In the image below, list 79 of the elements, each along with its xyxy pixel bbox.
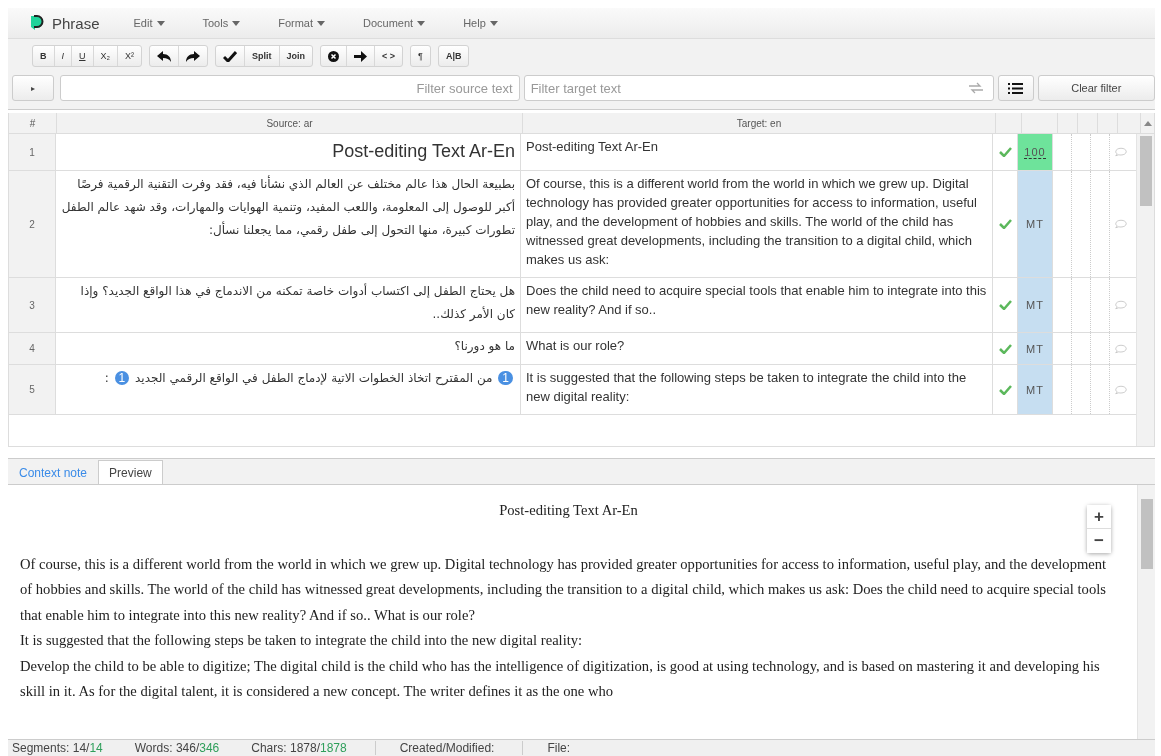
- toolbar-button[interactable]: I: [54, 46, 72, 66]
- match-score: MT: [1018, 278, 1053, 332]
- expand-toggle[interactable]: ▸: [12, 75, 54, 101]
- zoom-out-button[interactable]: −: [1087, 529, 1111, 553]
- preview-paragraph: It is suggested that the following steps be taken to integrate the child into the new digital reality:: [20, 631, 584, 650]
- source-text: :: [104, 371, 109, 385]
- column-header: Target: en: [523, 113, 996, 133]
- list-icon: [1008, 82, 1024, 94]
- row-number: 3: [9, 278, 56, 332]
- check-icon: [998, 343, 1012, 354]
- source-text: من المقترح اتخاذ الخطوات الاتية لإدماج الطفل في الواقع الرقمي الجديد: [135, 371, 493, 385]
- match-score: MT: [1018, 333, 1053, 364]
- scroll-up-arrow-icon[interactable]: [1143, 120, 1152, 126]
- row-number: 5: [9, 365, 56, 414]
- preview-title: Post-editing Text Ar-En: [498, 501, 639, 520]
- source-text: ما هو دورنا؟: [454, 339, 515, 353]
- source-text: بطبيعة الحال هذا عالم مختلف عن العالم الذي نشأنا فيه، فقد وفرت التقنية الرقمية فرصًا أكبر للوصول إلى المعلومة، واللعب المفيد، وتنمية الهوايات والمهارات، وقد شهد عالم الطفل تطورات كبيرة، منها التحول إلى طفل رقمي، مما يجعلنا نسأل:: [61, 177, 515, 237]
- caret-icon: [156, 20, 165, 26]
- target-text[interactable]: Of course, this is a different world from the world in which we grew up. Digital technology has provided greater opportunities for access to information, useful play, and the development of hobbies and skills. The world of the child has witnessed great developments, including the transition to a digital child, which makes us ask:: [521, 171, 993, 277]
- status-item: Words: 346/346: [134, 741, 220, 755]
- menu-item[interactable]: Document: [363, 17, 426, 29]
- status-item: File:: [522, 741, 571, 755]
- check-icon: [998, 219, 1012, 229]
- source-text: هل يحتاج الطفل إلى اكتساب أدوات خاصة تمكنه من الاندماج في هذا الواقع الجديد؟ وإذا كان الأمر كذلك..: [80, 284, 515, 321]
- toolbar-button[interactable]: X²: [118, 46, 141, 66]
- target-text[interactable]: Does the child need to acquire special tools that enable him to integrate into this new reality? And if so..: [521, 278, 993, 332]
- toolbar-button[interactable]: ¶: [411, 46, 430, 66]
- undo-arrow-icon: [157, 50, 171, 62]
- list-view-button[interactable]: [997, 75, 1034, 101]
- match-score: MT: [1018, 365, 1053, 414]
- redo-arrow-icon: [186, 50, 200, 62]
- toolbar-button[interactable]: X₂: [93, 46, 118, 66]
- target-filter-field[interactable]: Filter target text: [523, 75, 994, 101]
- column-header: Source: ar: [57, 113, 523, 133]
- caret-icon: [417, 20, 426, 26]
- row-number: 4: [9, 333, 56, 364]
- check-icon: [998, 384, 1012, 395]
- tag-marker: 1: [114, 371, 130, 385]
- status-item: Chars: 1878/1878: [251, 741, 347, 755]
- status-item: Segments: 14/14: [12, 741, 103, 755]
- match-score: MT: [1018, 171, 1053, 277]
- row-number: 2: [9, 171, 56, 277]
- source-text: Post-editing Text Ar-En: [332, 141, 515, 161]
- clear-filter-button[interactable]: Clear filter: [1037, 75, 1155, 101]
- menu-item[interactable]: Edit: [133, 17, 165, 29]
- toolbar-button[interactable]: U: [72, 46, 94, 66]
- close-circle-icon: [328, 50, 340, 62]
- scrollbar[interactable]: [1137, 485, 1155, 739]
- check-icon: [998, 300, 1012, 310]
- target-text[interactable]: What is our role?: [521, 333, 993, 364]
- preview-paragraph: Of course, this is a different world from the world in which we grew up. Digital technology has provided greater opportunities for access to information, useful play, and the development of hobbies and skills. The world of the child has witnessed great developments, including the transition to a digital child, which makes us ask: Does the child need to acquire special tools that enable him to integrate into this new reality? And if so.. What is our role?: [20, 554, 1108, 625]
- tag-marker: 1: [498, 371, 513, 385]
- match-score: 100: [1018, 134, 1053, 170]
- menu-item[interactable]: Tools: [202, 17, 241, 29]
- scrollbar[interactable]: [1136, 134, 1154, 446]
- target-text[interactable]: Post-editing Text Ar-En: [521, 134, 993, 170]
- preview-paragraph: Develop the child to be able to digitize; The digital child is the child who has the intelligence of digitization, is good at using technology, and is based on mastering it and developing his skill in it. As for the digital talent, it is considered a new concept. The writer defines it as the one who: [20, 656, 1101, 701]
- status-item: Created/Modified:: [374, 741, 495, 755]
- row-number: 1: [9, 134, 56, 170]
- column-header: #: [9, 113, 57, 133]
- menu-item[interactable]: Format: [278, 17, 326, 29]
- toolbar-button[interactable]: B: [33, 46, 55, 66]
- toolbar-button[interactable]: Join: [279, 46, 313, 66]
- check-icon: [223, 50, 237, 62]
- swap-icon: [967, 82, 984, 94]
- caret-icon: [317, 20, 326, 26]
- check-icon: [998, 147, 1012, 157]
- arrow-right-icon: [354, 50, 368, 62]
- menu-item[interactable]: Help: [463, 17, 498, 29]
- toolbar-button[interactable]: A|B: [438, 46, 469, 66]
- logo-icon: [30, 15, 44, 31]
- toolbar-button[interactable]: Split: [245, 46, 280, 66]
- zoom-in-button[interactable]: +: [1087, 505, 1111, 529]
- source-filter-field[interactable]: Filter source text: [59, 75, 520, 101]
- panel-tab[interactable]: Preview: [98, 460, 163, 484]
- caret-icon: [232, 20, 241, 26]
- app-name: Phrase: [52, 14, 100, 32]
- target-text[interactable]: It is suggested that the following steps be taken to integrate the child into the new digital reality:: [521, 365, 993, 414]
- caret-icon: [489, 20, 498, 26]
